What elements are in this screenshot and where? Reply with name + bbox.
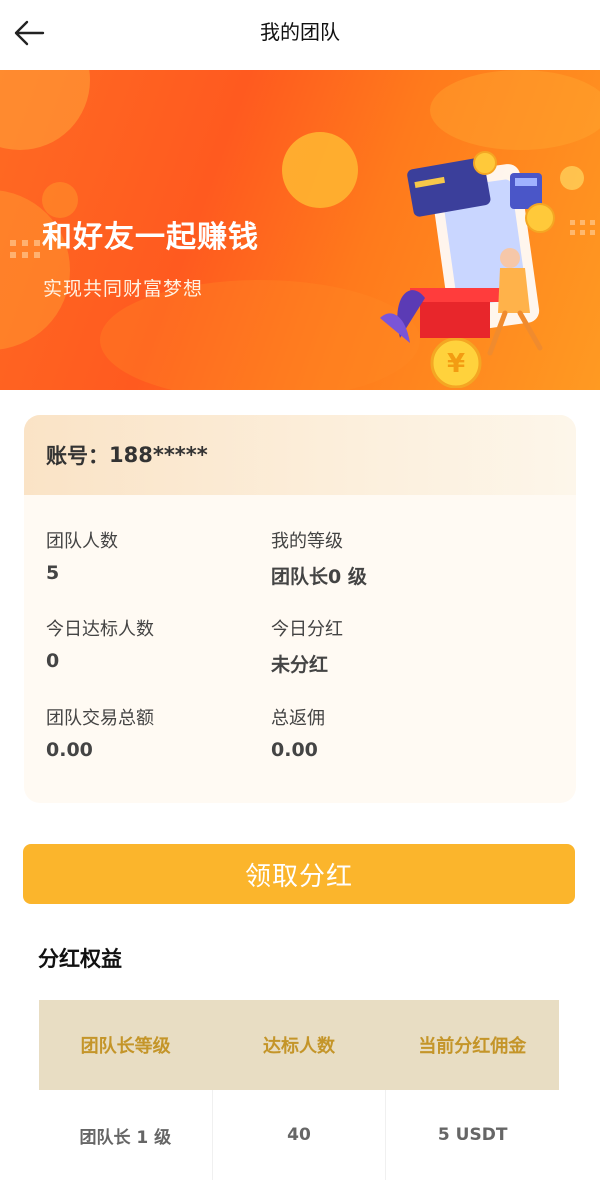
- stat-label: 今日达标人数: [46, 619, 154, 640]
- claim-dividend-button[interactable]: 领取分红: [23, 844, 575, 904]
- column-header-qualified-count: 达标人数: [262, 1036, 335, 1057]
- banner-title: 和好友一起赚钱: [42, 220, 259, 255]
- svg-text:¥: ¥: [447, 349, 465, 379]
- page-title: 我的团队: [260, 20, 340, 44]
- stat-value: 0.00: [46, 739, 93, 761]
- stat-value: 团队长0 级: [271, 566, 367, 588]
- team-stats: 团队人数 5 我的等级 团队长0 级 今日达标人数 0 今日分红 未分红 团队交…: [24, 495, 576, 803]
- stat-total-commission: 总返佣 0.00: [271, 704, 491, 761]
- account-row: 账号： 188*****: [24, 415, 576, 495]
- stat-label: 我的等级: [271, 531, 343, 552]
- stat-value: 5: [46, 562, 60, 584]
- dividend-benefits-table: 团队长等级 达标人数 当前分红佣金 团队长 1 级 40 5 USDT: [39, 1000, 559, 1180]
- stat-value: 0.00: [271, 739, 318, 761]
- wallet-illustration-icon: ¥: [380, 151, 555, 388]
- cell-commission: 5 USDT: [437, 1125, 508, 1145]
- my-team-page: 我的团队 和好友一起赚钱 实现共同财富梦想 ¥ 账号： 188***** 团队人…: [0, 0, 600, 1190]
- section-title-dividend-benefits: 分红权益: [38, 947, 122, 971]
- cell-qualified-count: 40: [213, 1090, 387, 1180]
- account-number: 188*****: [109, 443, 208, 467]
- account-label: 账号：: [46, 444, 109, 468]
- stat-team-size: 团队人数 5: [46, 527, 266, 584]
- team-summary-card: 账号： 188***** 团队人数 5 我的等级 团队长0 级 今日达标人数 0…: [24, 415, 576, 803]
- column-header-level: 团队长等级: [80, 1036, 171, 1057]
- stat-today-dividend: 今日分红 未分红: [271, 615, 491, 677]
- promo-banner: 和好友一起赚钱 实现共同财富梦想 ¥: [0, 70, 600, 390]
- stat-value: 0: [46, 650, 60, 672]
- stat-label: 总返佣: [271, 708, 325, 729]
- stat-team-volume: 团队交易总额 0.00: [46, 704, 266, 761]
- cell-level: 团队长 1 级: [39, 1090, 213, 1180]
- column-header-commission: 当前分红佣金: [418, 1036, 527, 1057]
- stat-label: 今日分红: [271, 619, 343, 640]
- stat-today-qualified: 今日达标人数 0: [46, 615, 266, 672]
- stat-label: 团队人数: [46, 531, 118, 552]
- stat-value: 未分红: [271, 654, 329, 676]
- top-bar: 我的团队: [0, 0, 600, 70]
- stat-label: 团队交易总额: [46, 708, 154, 729]
- table-row: 团队长 1 级 40 5 USDT: [39, 1090, 559, 1180]
- table-header: 团队长等级 达标人数 当前分红佣金: [39, 1000, 559, 1090]
- banner-subtitle: 实现共同财富梦想: [43, 278, 204, 300]
- stat-my-level: 我的等级 团队长0 级: [271, 527, 491, 589]
